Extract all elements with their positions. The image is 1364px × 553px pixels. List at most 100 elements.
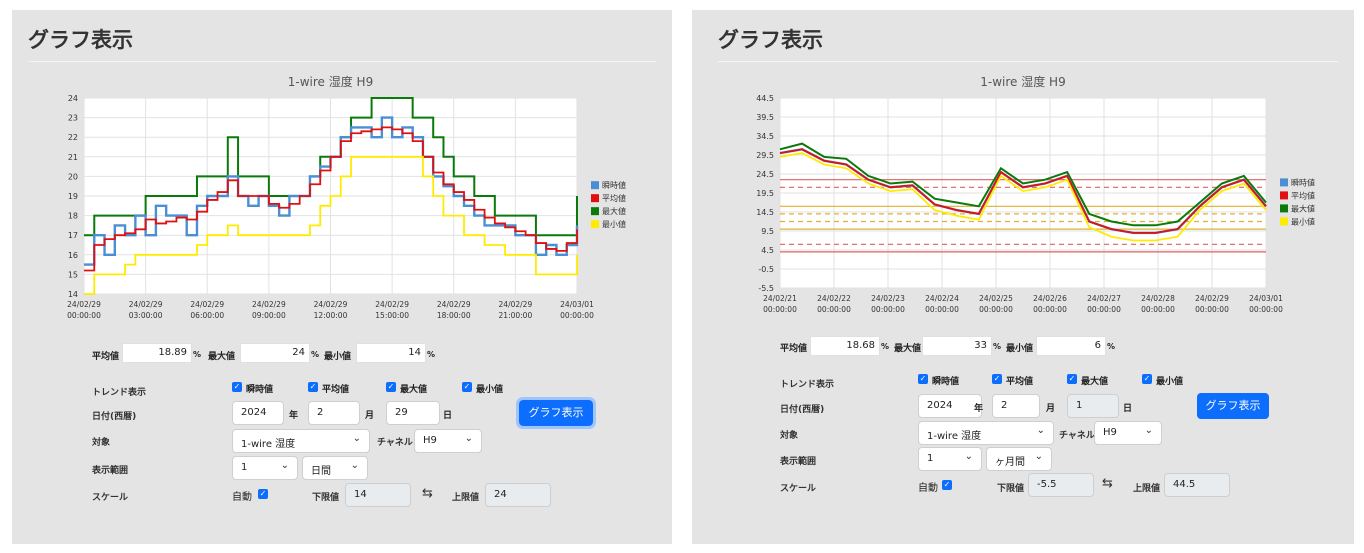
max-label: 最大値: [208, 352, 236, 362]
trend-label: トレンド表示: [92, 388, 147, 398]
y-tick-label: 19.5: [756, 189, 774, 198]
range-unit-select[interactable]: ヶ月間 ⌄: [986, 447, 1052, 471]
year-input[interactable]: 2024: [232, 401, 284, 425]
x-tick-label: 00:00:00: [817, 305, 851, 314]
range-number-select[interactable]: 1 ⌄: [232, 456, 298, 480]
legend-swatch: [1280, 178, 1288, 187]
min-checkbox[interactable]: ✓: [1142, 374, 1152, 384]
x-tick-label: 24/02/26: [1033, 294, 1067, 303]
target-select[interactable]: 1-wire 湿度 ⌄: [918, 421, 1054, 445]
lower-limit-input[interactable]: 14: [345, 483, 411, 507]
channel-select[interactable]: H9 ⌄: [1094, 421, 1162, 445]
max-unit: %: [311, 350, 320, 359]
y-tick-label: 34.5: [756, 132, 774, 141]
humidity-chart-day: 1-wire 湿度 H9242322212019181716151424/02/…: [67, 74, 626, 320]
avg-label: 平均値: [92, 352, 120, 362]
min-unit: %: [427, 350, 436, 359]
swap-icon[interactable]: ⇆: [1102, 476, 1113, 491]
instant-checkbox-label: 瞬時値: [246, 385, 274, 395]
day-unit: 日: [1123, 404, 1133, 414]
x-tick-label: 24/02/29: [129, 300, 163, 309]
avg-value: 18.68: [810, 336, 880, 356]
show-graph-button[interactable]: グラフ表示: [516, 397, 596, 429]
instant-checkbox[interactable]: ✓: [918, 374, 928, 384]
upper-label: 上限値: [452, 493, 480, 503]
legend-label: 最小値: [602, 219, 626, 229]
upper-limit-input[interactable]: 44.5: [1164, 473, 1230, 497]
min-checkbox-label: 最小値: [476, 385, 504, 395]
channel-select[interactable]: H9 ⌄: [414, 429, 482, 453]
y-tick-label: -5.5: [758, 284, 774, 293]
legend-label: 瞬時値: [602, 180, 626, 190]
y-tick-label: 17: [68, 231, 78, 240]
average-checkbox-label: 平均値: [1006, 377, 1034, 387]
x-tick-label: 00:00:00: [1087, 305, 1121, 314]
range-label: 表示範囲: [92, 466, 129, 476]
x-tick-label: 24/03/01: [1249, 294, 1283, 303]
y-tick-label: 15: [68, 270, 78, 279]
x-tick-label: 24/02/21: [763, 294, 797, 303]
x-tick-label: 00:00:00: [1249, 305, 1283, 314]
y-tick-label: 44.5: [756, 94, 774, 103]
lower-limit-input[interactable]: -5.5: [1028, 473, 1094, 497]
max-checkbox-label: 最大値: [1081, 377, 1109, 387]
x-tick-label: 21:00:00: [499, 311, 533, 320]
range-unit-select[interactable]: 日間 ⌄: [302, 456, 368, 480]
month-input[interactable]: 2: [992, 394, 1040, 418]
humidity-chart-month: 1-wire 湿度 H9 44.5 39.5 34.5 29.5 24.5 19.5 14.5…: [756, 74, 1315, 314]
target-select[interactable]: 1-wire 湿度 ⌄: [232, 429, 370, 453]
instant-checkbox[interactable]: ✓: [232, 382, 242, 392]
x-tick-label: 00:00:00: [925, 305, 959, 314]
y-tick-label: 21: [68, 153, 78, 162]
swap-icon[interactable]: ⇆: [422, 486, 433, 501]
auto-scale-checkbox[interactable]: ✓: [942, 480, 952, 490]
min-checkbox-label: 最小値: [1156, 377, 1184, 387]
x-tick-label: 24/02/24: [925, 294, 959, 303]
x-tick-label: 24/02/25: [979, 294, 1013, 303]
chart-title: 1-wire 湿度 H9: [288, 74, 373, 89]
y-tick-label: 19: [68, 192, 78, 201]
day-input[interactable]: 29: [386, 401, 440, 425]
legend-label: 最小値: [1291, 216, 1315, 226]
year-input[interactable]: 2024: [918, 394, 982, 418]
instant-checkbox-label: 瞬時値: [932, 377, 960, 387]
day-input[interactable]: 1: [1067, 394, 1119, 418]
chevron-down-icon: ⌄: [1036, 425, 1045, 436]
range-number-value: 1: [241, 462, 248, 473]
show-graph-button[interactable]: グラフ表示: [1197, 393, 1269, 419]
min-checkbox[interactable]: ✓: [462, 382, 472, 392]
x-tick-label: 06:00:00: [190, 311, 224, 320]
x-tick-label: 24/02/29: [190, 300, 224, 309]
y-tick-label: 14: [68, 290, 78, 299]
y-tick-label: 22: [68, 133, 78, 142]
month-input[interactable]: 2: [308, 401, 360, 425]
max-checkbox[interactable]: ✓: [1067, 374, 1077, 384]
avg-label: 平均値: [780, 344, 808, 354]
legend-label: 平均値: [1291, 190, 1315, 200]
legend-swatch: [1280, 204, 1288, 213]
y-tick-label: 23: [68, 114, 78, 123]
range-number-select[interactable]: 1 ⌄: [918, 447, 982, 471]
date-label: 日付(西暦): [780, 405, 825, 415]
y-tick-label: 4.5: [761, 246, 774, 255]
x-tick-label: 24/02/22: [817, 294, 851, 303]
x-tick-label: 00:00:00: [1195, 305, 1229, 314]
max-checkbox[interactable]: ✓: [386, 382, 396, 392]
range-number-value: 1: [927, 453, 934, 464]
x-tick-label: 00:00:00: [67, 311, 101, 320]
x-tick-label: 24/02/28: [1141, 294, 1175, 303]
average-checkbox[interactable]: ✓: [308, 382, 318, 392]
range-unit-value: ヶ月間: [995, 457, 1025, 468]
max-unit: %: [993, 342, 1002, 351]
legend-label: 平均値: [602, 193, 626, 203]
min-value: 6: [1036, 336, 1106, 356]
chevron-down-icon: ⌄: [280, 460, 289, 471]
average-checkbox-label: 平均値: [322, 385, 350, 395]
auto-scale-checkbox[interactable]: ✓: [258, 489, 268, 499]
chevron-down-icon: ⌄: [964, 451, 973, 462]
chevron-down-icon: ⌄: [350, 460, 359, 471]
average-checkbox[interactable]: ✓: [992, 374, 1002, 384]
legend-label: 瞬時値: [1291, 177, 1315, 187]
upper-limit-input[interactable]: 24: [485, 483, 551, 507]
y-tick-label: 24.5: [756, 170, 774, 179]
